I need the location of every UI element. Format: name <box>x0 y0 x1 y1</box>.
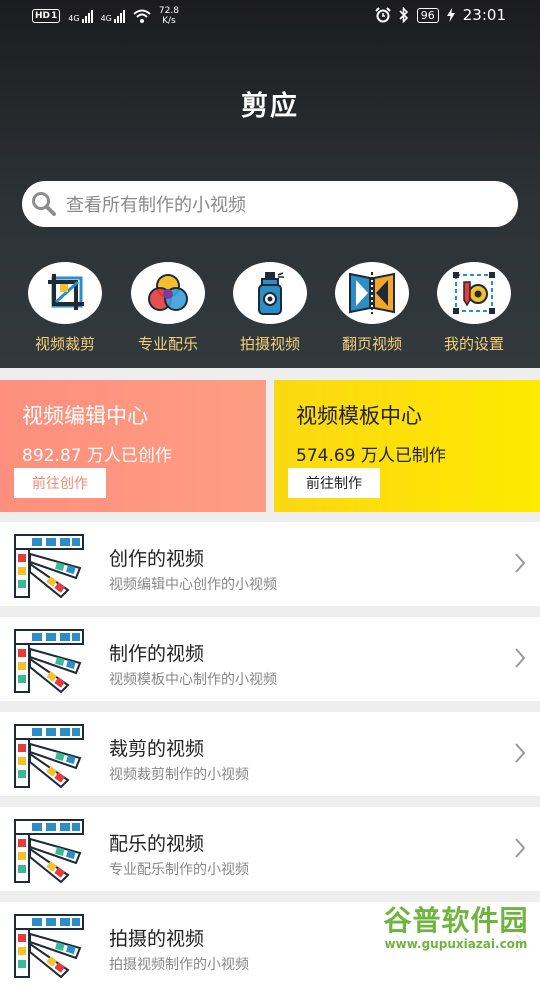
list-item-music-videos[interactable]: 配乐的视频 专业配乐制作的小视频 <box>0 807 540 891</box>
quick-action-label: 拍摄视频 <box>239 335 300 353</box>
spray-bottle-icon <box>233 262 307 324</box>
quick-action-settings[interactable]: 我的设置 <box>424 262 524 354</box>
clock: 23:01 <box>462 6 506 24</box>
crop-icon <box>28 262 102 324</box>
list-item-made-videos[interactable]: 制作的视频 视频模板中心制作的小视频 <box>0 617 540 701</box>
search-bar[interactable]: 查看所有制作的小视频 <box>22 181 518 227</box>
color-swatch-icon <box>14 629 84 693</box>
settings-gear-icon <box>437 262 511 324</box>
search-placeholder: 查看所有制作的小视频 <box>66 195 246 216</box>
color-swatch-icon <box>14 534 84 598</box>
card-count: 892.87 万人已创作 <box>22 446 172 466</box>
alarm-icon <box>375 7 391 23</box>
battery-indicator: 96 <box>416 7 439 23</box>
list-item-title: 拍摄的视频 <box>109 928 205 950</box>
charging-icon <box>446 8 455 22</box>
list-item-title: 裁剪的视频 <box>109 738 205 760</box>
video-template-center-card[interactable]: 视频模板中心 574.69 万人已制作 前往制作 <box>274 380 540 512</box>
signal-icon: 4G <box>101 9 125 23</box>
color-swatch-icon <box>14 724 84 788</box>
list-item-title: 配乐的视频 <box>109 833 205 855</box>
quick-action-shoot[interactable]: 拍摄视频 <box>220 262 320 354</box>
hd-badge: HD1 <box>32 9 61 23</box>
header: HD1 4G 4G 72.8 K/s 96 23:01 剪应 查看所有制作的小视… <box>0 0 540 368</box>
list-item-created-videos[interactable]: 创作的视频 视频编辑中心创作的小视频 <box>0 522 540 606</box>
list-item-subtitle: 视频裁剪制作的小视频 <box>109 767 249 783</box>
card-title: 视频模板中心 <box>296 404 422 428</box>
quick-action-label: 我的设置 <box>443 335 504 353</box>
card-title: 视频编辑中心 <box>22 404 148 428</box>
chevron-right-icon <box>515 838 526 858</box>
quick-action-crop[interactable]: 视频裁剪 <box>15 262 115 354</box>
card-count: 574.69 万人已制作 <box>296 446 446 466</box>
color-circles-icon <box>131 262 205 324</box>
list-item-subtitle: 专业配乐制作的小视频 <box>109 862 249 878</box>
search-icon <box>32 192 56 216</box>
go-make-button[interactable]: 前往制作 <box>288 468 380 498</box>
quick-action-page-flip[interactable]: 翻页视频 <box>322 262 422 354</box>
quick-action-music[interactable]: 专业配乐 <box>118 262 218 354</box>
list-item-cropped-videos[interactable]: 裁剪的视频 视频裁剪制作的小视频 <box>0 712 540 796</box>
quick-action-label: 视频裁剪 <box>34 335 95 353</box>
watermark-logo: 谷普软件园 www.gupuxiazai.com <box>374 903 538 960</box>
chevron-right-icon <box>515 743 526 763</box>
video-edit-center-card[interactable]: 视频编辑中心 892.87 万人已创作 前往创作 <box>0 380 266 512</box>
quick-action-label: 专业配乐 <box>137 335 198 353</box>
go-create-button[interactable]: 前往创作 <box>14 468 106 498</box>
wifi-icon <box>133 9 151 23</box>
list-item-subtitle: 视频编辑中心创作的小视频 <box>109 577 277 593</box>
list-item-title: 创作的视频 <box>109 548 205 570</box>
watermark-url: www.gupuxiazai.com <box>384 937 528 951</box>
color-swatch-icon <box>14 819 84 883</box>
signal-icon: 4G <box>68 9 93 23</box>
watermark-name: 谷普软件园 <box>383 904 529 937</box>
color-swatch-icon <box>14 914 84 978</box>
status-bar: HD1 4G 4G 72.8 K/s 96 23:01 <box>0 0 540 32</box>
list-item-subtitle: 视频模板中心制作的小视频 <box>109 672 277 688</box>
chevron-right-icon <box>515 648 526 668</box>
chevron-right-icon <box>515 553 526 573</box>
app-title: 剪应 <box>241 91 299 122</box>
page-flip-icon <box>335 262 409 324</box>
list-item-title: 制作的视频 <box>109 643 205 665</box>
list-item-subtitle: 拍摄视频制作的小视频 <box>109 957 249 973</box>
bluetooth-icon <box>399 7 408 23</box>
network-speed: 72.8 K/s <box>158 6 179 26</box>
quick-action-label: 翻页视频 <box>341 335 402 353</box>
